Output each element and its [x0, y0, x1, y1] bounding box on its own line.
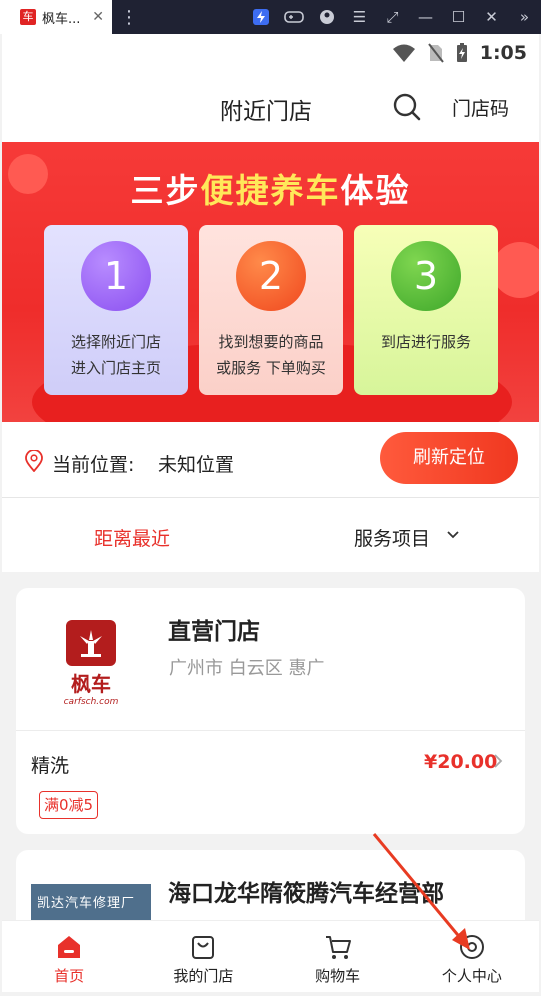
battery-charging-icon: [456, 43, 467, 62]
step-card-1: 1 选择附近门店 进入门店主页: [44, 225, 188, 395]
store-card[interactable]: 枫车 carfsch.com 直营门店 广州市 白云区 惠广 精洗 ¥20.00…: [16, 588, 525, 834]
banner-title-part: 三步: [130, 171, 201, 210]
step-text: 到店进行服务: [354, 329, 498, 355]
maximize-icon[interactable]: ☐: [442, 0, 475, 34]
location-label: 当前位置:: [52, 454, 135, 476]
gamepad-icon[interactable]: [277, 0, 310, 34]
tab-my-store[interactable]: 我的门店: [136, 921, 270, 992]
tab-close-icon[interactable]: ✕: [92, 9, 104, 25]
close-window-icon[interactable]: ✕: [475, 0, 508, 34]
step-number: 2: [236, 241, 306, 311]
tab-profile[interactable]: 个人中心: [405, 921, 539, 992]
search-icon[interactable]: [392, 92, 422, 126]
tab-label: 购物车: [315, 967, 361, 985]
coupon-badge: 满0减5: [39, 791, 99, 819]
fullscreen-icon[interactable]: ⤢: [376, 0, 409, 34]
step-line: 到店进行服务: [380, 333, 471, 351]
tab-label: 个人中心: [441, 967, 502, 985]
tab-cart[interactable]: 购物车: [271, 921, 405, 992]
more-vert-icon[interactable]: ⋮: [120, 7, 138, 28]
tab-home[interactable]: 首页: [2, 921, 136, 992]
browser-tab-bar: 车 枫车... ✕ ⋮ ☰ ⤢ — ☐ ✕ »: [0, 0, 541, 34]
tab-label: 首页: [54, 967, 85, 985]
step-text: 找到想要的商品 或服务 下单购买: [199, 329, 343, 381]
decor-bubble: [492, 242, 539, 298]
step-line: 或服务 下单购买: [216, 359, 326, 377]
store-name: 海口龙华隋筱腾汽车经营部: [168, 881, 444, 907]
promo-banner[interactable]: 三步便捷养车体验 1 选择附近门店 进入门店主页 2 找到想要的商品 或服务 下…: [2, 142, 539, 422]
windmill-logo-icon: [66, 620, 116, 666]
app-header: 附近门店 门店码: [2, 72, 539, 142]
step-card-2: 2 找到想要的商品 或服务 下单购买: [199, 225, 343, 395]
app-favicon-icon: 车: [20, 9, 36, 25]
bag-icon: [192, 936, 215, 959]
account-icon[interactable]: [310, 0, 343, 34]
phone-status-bar: 1:05: [2, 34, 539, 72]
chevron-right-icon[interactable]: [492, 751, 504, 775]
step-number: 3: [391, 241, 461, 311]
step-line: 进入门店主页: [70, 359, 161, 377]
logo-subtext: carfsch.com: [63, 697, 119, 707]
store-card[interactable]: 凯达汽车修理厂 海口龙华隋筱腾汽车经营部: [16, 850, 525, 930]
step-line: 选择附近门店: [70, 333, 161, 351]
step-text: 选择附近门店 进入门店主页: [44, 329, 188, 381]
banner-title-highlight: 便捷养车: [200, 171, 341, 210]
service-filter-dropdown[interactable]: 服务项目: [354, 524, 430, 551]
step-number: 1: [81, 241, 151, 311]
service-name: 精洗: [31, 755, 70, 777]
bottom-tab-bar: 首页 我的门店 购物车 个人中心: [2, 920, 539, 992]
tab-label: 我的门店: [173, 967, 234, 985]
step-card-3: 3 到店进行服务: [354, 225, 498, 395]
minimize-icon[interactable]: —: [409, 0, 442, 34]
divider: [16, 730, 525, 731]
refresh-location-button[interactable]: 刷新定位: [380, 432, 518, 484]
browser-tab[interactable]: 车 枫车... ✕: [0, 0, 112, 34]
banner-title-part: 体验: [340, 171, 411, 210]
location-pin-icon: [24, 449, 44, 476]
location-value: 未知位置: [158, 454, 235, 476]
cart-icon: [325, 936, 351, 959]
logo-text: 枫车: [71, 672, 111, 696]
store-photo-sign: 凯达汽车修理厂: [37, 896, 136, 911]
double-chevron-icon[interactable]: »: [508, 0, 541, 34]
step-line: 找到想要的商品: [218, 333, 324, 351]
no-sim-icon: [427, 43, 444, 63]
page-title: 附近门店: [220, 99, 312, 125]
home-icon: [58, 936, 81, 958]
store-code-button[interactable]: 门店码: [452, 94, 509, 121]
clock: 1:05: [479, 42, 527, 64]
sort-nearest-tab[interactable]: 距离最近: [94, 524, 170, 551]
chevron-down-icon[interactable]: [446, 525, 460, 549]
store-name: 直营门店: [168, 619, 260, 645]
filter-row: 距离最近 服务项目: [2, 498, 539, 572]
store-logo: 枫车 carfsch.com: [56, 620, 126, 707]
tab-title: 枫车...: [42, 11, 81, 27]
store-photo: 凯达汽车修理厂: [31, 884, 151, 924]
store-address: 广州市 白云区 惠广: [169, 658, 325, 679]
user-icon: [459, 935, 484, 959]
banner-title: 三步便捷养车体验: [2, 164, 539, 212]
menu-icon[interactable]: ☰: [343, 0, 376, 34]
lightning-icon[interactable]: [244, 0, 277, 34]
wifi-icon: [392, 44, 415, 62]
location-row: 当前位置: 未知位置 刷新定位: [2, 422, 539, 498]
service-price: ¥20.00: [424, 751, 498, 773]
